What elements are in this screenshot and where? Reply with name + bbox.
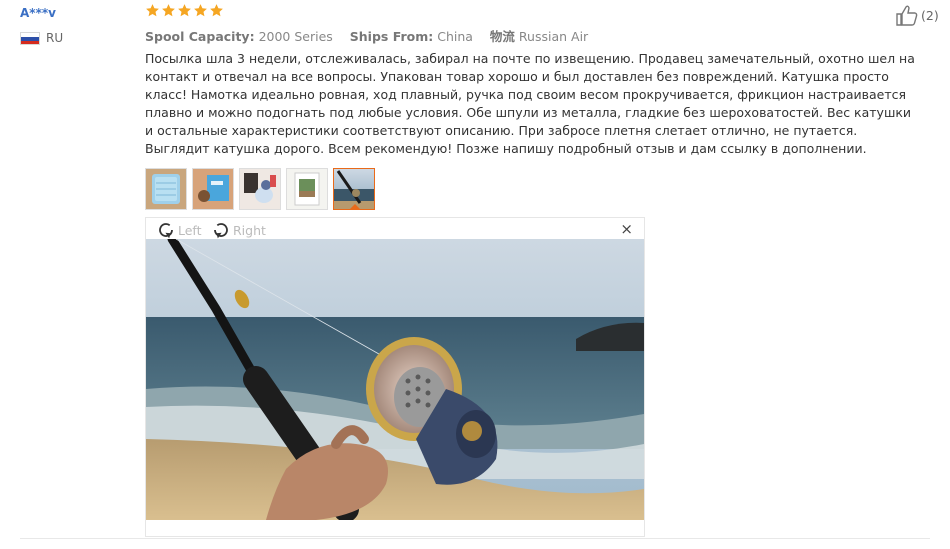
helpful-count: (2) (921, 7, 939, 23)
rotate-right-icon (214, 223, 228, 239)
helpful-button[interactable]: (2) (895, 4, 939, 26)
ships-from: Ships From: China (350, 29, 473, 44)
order-attributes: Spool Capacity: 2000 Series Ships From: … (145, 26, 601, 45)
review-text: Посылка шла 3 недели, отслеживалась, заб… (145, 51, 915, 156)
logistics-label: 物流 (489, 29, 515, 44)
spool-capacity-value: 2000 Series (258, 29, 333, 44)
star-icon (146, 4, 159, 17)
review-photo (146, 239, 644, 520)
reviewer-info: A***v RU (20, 4, 130, 45)
review-divider (20, 538, 930, 539)
rotate-left-label: Left (178, 222, 202, 238)
star-icon (178, 4, 191, 17)
star-rating (145, 3, 224, 18)
rotate-left-button[interactable]: Left (156, 220, 202, 240)
photo-thumbnail[interactable] (192, 168, 234, 210)
photo-thumbnail[interactable] (145, 168, 187, 210)
photo-thumbnail-active[interactable] (333, 168, 375, 210)
russia-flag-icon (20, 31, 40, 45)
thumbs-up-icon (896, 5, 918, 26)
photo-thumbnails (145, 168, 375, 210)
logistics: 物流 Russian Air (490, 29, 588, 44)
star-icon (210, 4, 223, 17)
photo-thumbnail[interactable] (286, 168, 328, 210)
spool-capacity-label: Spool Capacity: (145, 29, 255, 44)
logistics-value: Russian Air (518, 29, 589, 44)
ships-from-label: Ships From: (349, 29, 434, 44)
country-code: RU (46, 31, 64, 45)
star-icon (194, 4, 207, 17)
star-icon (162, 4, 175, 17)
viewer-toolbar: Left Right × (146, 218, 644, 240)
photo-thumbnail[interactable] (239, 168, 281, 210)
rotate-right-button[interactable]: Right (211, 220, 266, 240)
close-button[interactable]: × (620, 220, 633, 238)
ships-from-value: China (437, 29, 473, 44)
rotate-left-icon (159, 223, 173, 239)
rotate-right-label: Right (233, 222, 266, 238)
photo-viewer: Left Right × (145, 217, 645, 537)
reviewer-name: A***v (20, 6, 56, 20)
spool-capacity: Spool Capacity: 2000 Series (145, 29, 333, 44)
reviewer-country: RU (20, 31, 130, 45)
